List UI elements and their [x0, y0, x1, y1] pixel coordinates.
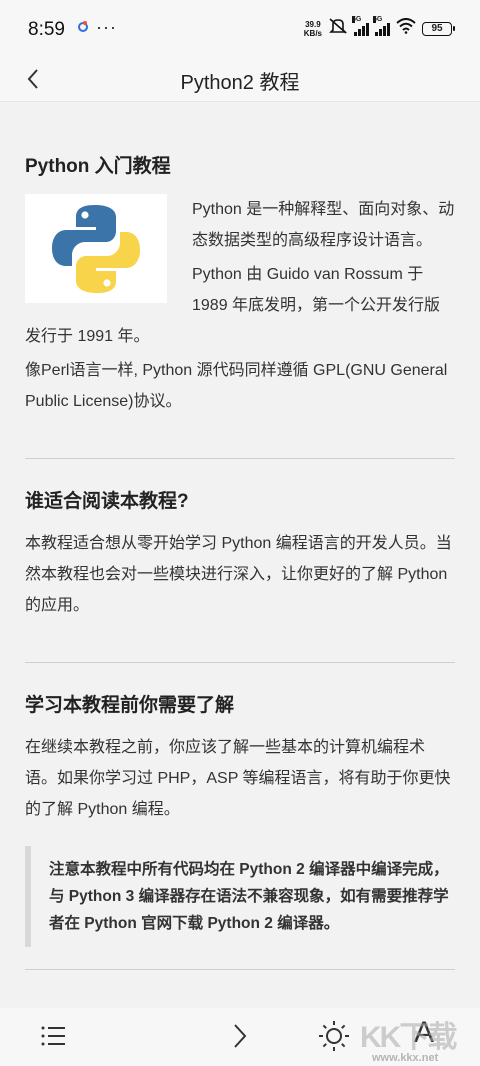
sun-icon [319, 1021, 349, 1051]
divider [25, 458, 455, 459]
network-speed-unit: KB/s [303, 28, 322, 38]
wifi-icon [396, 18, 416, 39]
top-navigation-bar: Python2 教程 [0, 56, 480, 102]
menu-button[interactable] [38, 1020, 70, 1052]
chevron-right-icon [234, 1024, 247, 1048]
watermark-logo: KK下载 [360, 1021, 457, 1054]
article-content: Python 入门教程 Python 是一种解释型、面向对象、动态数据类型的高级… [0, 103, 480, 1008]
section-title-prereq: 学习本教程前你需要了解 [25, 695, 235, 716]
list-menu-icon [41, 1026, 65, 1046]
divider [25, 969, 455, 970]
page-title: Python2 教程 [180, 72, 300, 94]
audience-paragraph: 本教程适合想从零开始学习 Python 编程语言的开发人员。当然本教程也会对一些… [25, 535, 452, 614]
section-title-intro: Python 入门教程 [25, 156, 171, 177]
prereq-paragraph: 在继续本教程之前，你应该了解一些基本的计算机编程术语。如果你学习过 PHP，AS… [25, 739, 451, 818]
app-notification-icon [78, 21, 88, 32]
cellular-signal-2-icon: 5G [373, 15, 390, 36]
status-indicators: 39.9 KB/s 5G 5G 95 [304, 15, 455, 40]
next-page-button[interactable] [224, 1020, 256, 1052]
divider [25, 662, 455, 663]
mute-icon [328, 17, 348, 40]
status-notification-icons: ··· [78, 17, 117, 37]
status-bar: 8:59 ··· 39.9 KB/s 5G 5G 95 [0, 0, 480, 56]
section-title-audience: 谁适合阅读本教程? [25, 491, 189, 512]
note-blockquote: 注意本教程中所有代码均在 Python 2 编译器中编译完成，与 Python … [25, 846, 455, 947]
network-speed-value: 39.9 [305, 19, 321, 29]
intro-section: Python 是一种解释型、面向对象、动态数据类型的高级程序设计语言。 Pyth… [25, 194, 455, 417]
cellular-signal-1-icon: 5G [352, 15, 369, 36]
network-speed: 39.9 KB/s [304, 20, 322, 38]
status-time: 8:59 [28, 19, 65, 40]
watermark-url: www.kkx.net [372, 1052, 439, 1064]
more-notifications-icon: ··· [96, 17, 117, 37]
brightness-button[interactable] [318, 1020, 350, 1052]
python-logo [25, 194, 167, 303]
battery-indicator: 95 [422, 21, 455, 36]
intro-paragraph-3: 像Perl语言一样, Python 源代码同样遵循 GPL(GNU Genera… [25, 362, 448, 410]
